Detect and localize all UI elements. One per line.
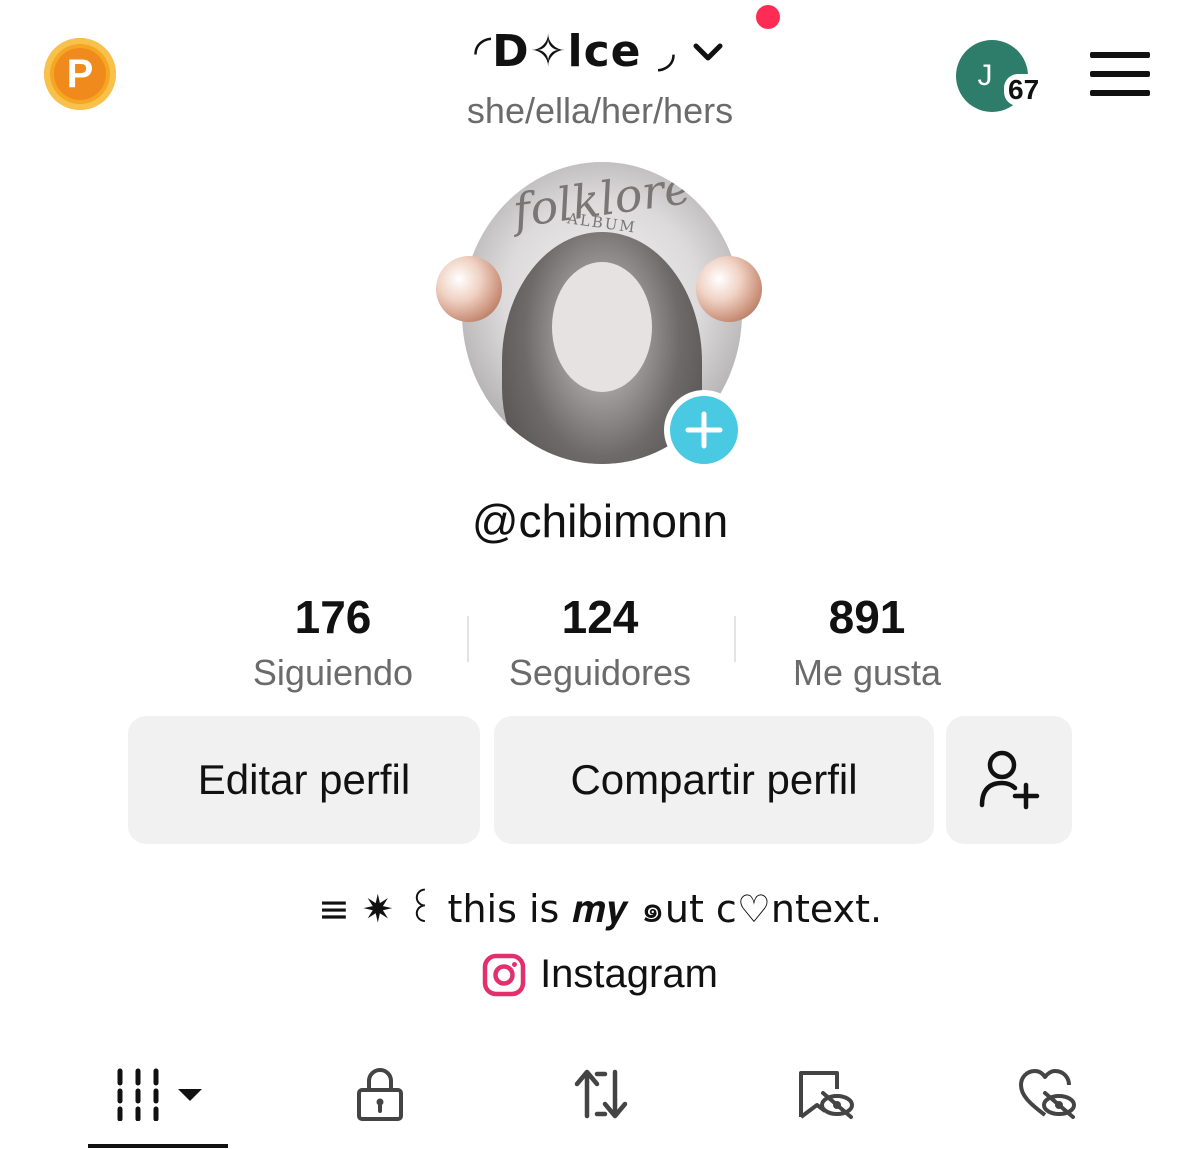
account-initial: J xyxy=(977,59,993,92)
notification-dot xyxy=(756,5,780,29)
disco-ball-decoration xyxy=(696,256,762,322)
stat-value: 176 xyxy=(294,591,372,643)
photo-face xyxy=(552,262,652,392)
account-count-badge: 67 xyxy=(1004,74,1044,106)
tab-liked[interactable] xyxy=(1012,1062,1082,1126)
disco-ball-decoration xyxy=(436,256,502,322)
liked-hidden-icon xyxy=(1019,1069,1076,1119)
edit-profile-button[interactable]: Editar perfil xyxy=(128,716,480,844)
add-story-button[interactable] xyxy=(664,390,744,470)
stat-label: Me gusta xyxy=(792,652,942,693)
tab-reposts[interactable] xyxy=(566,1062,636,1126)
stat-following[interactable]: 176 Siguiendo xyxy=(203,590,463,694)
chevron-down-icon xyxy=(693,43,723,60)
instagram-label: Instagram xyxy=(540,952,718,996)
stat-label: Siguiendo xyxy=(252,652,414,693)
instagram-link[interactable]: Instagram xyxy=(0,952,1200,997)
instagram-icon xyxy=(482,953,526,996)
add-friends-button[interactable] xyxy=(946,716,1072,844)
stat-divider xyxy=(467,616,469,662)
videos-grid-icon xyxy=(117,1068,202,1121)
stat-divider xyxy=(734,616,736,662)
lock-icon xyxy=(357,1068,403,1121)
active-tab-indicator xyxy=(88,1144,228,1148)
bio-text: ≡ ✷ ꒰ this is 𝒎𝒚 ๑ut c♡ntext. xyxy=(317,887,883,931)
share-profile-button[interactable]: Compartir perfil xyxy=(494,716,934,844)
tab-private[interactable] xyxy=(350,1062,410,1126)
display-name: ◜D✧lce ◞ xyxy=(474,26,676,77)
plus-icon xyxy=(685,411,723,449)
tab-favorites[interactable] xyxy=(790,1062,860,1126)
tab-videos[interactable] xyxy=(110,1062,210,1126)
stat-value: 891 xyxy=(828,591,906,643)
stat-value: 124 xyxy=(561,591,639,643)
favorites-hidden-icon xyxy=(799,1071,854,1119)
stat-label: Seguidores xyxy=(508,652,692,693)
stat-likes[interactable]: 891 Me gusta xyxy=(737,590,997,694)
menu-icon[interactable] xyxy=(1090,52,1150,96)
stat-followers[interactable]: 124 Seguidores xyxy=(470,590,730,694)
add-user-icon xyxy=(979,750,1040,810)
profile-page: P ◜D✧lce ◞ she/ella/her/hers J 67 folklo… xyxy=(0,0,1200,1149)
username: @chibimonn xyxy=(471,495,729,547)
repost-icon xyxy=(574,1069,628,1119)
